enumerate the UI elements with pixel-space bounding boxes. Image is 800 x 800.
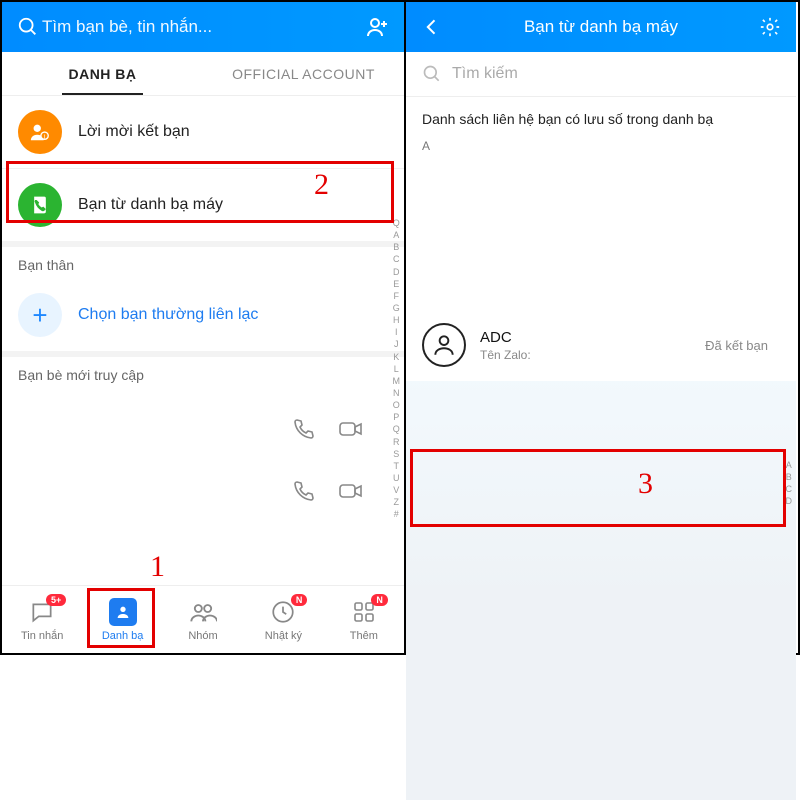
row-choose-frequent[interactable]: + Chọn bạn thường liên lạc	[2, 279, 404, 351]
recent-contacts-area	[2, 389, 404, 539]
friend-request-icon: i	[18, 110, 62, 154]
tab-official[interactable]: OFFICIAL ACCOUNT	[203, 52, 404, 95]
clock-icon: N	[269, 598, 297, 626]
call-icon[interactable]	[292, 417, 316, 441]
contacts-icon	[109, 598, 137, 626]
row-label: Chọn bạn thường liên lạc	[78, 306, 258, 324]
row-label: Bạn từ danh bạ máy	[78, 196, 223, 214]
nav-label: Nhóm	[188, 630, 217, 642]
tabs: DANH BẠ OFFICIAL ACCOUNT	[2, 52, 404, 96]
gear-icon[interactable]	[756, 13, 784, 41]
right-screen: Bạn từ danh bạ máy Tìm kiếm Danh sách li…	[406, 2, 796, 653]
nav-label: Nhật ký	[265, 630, 302, 642]
section-letter: A	[406, 135, 796, 159]
nav-label: Thêm	[350, 630, 378, 642]
nav-messages[interactable]: 5+ Tin nhắn	[2, 586, 82, 653]
alpha-index[interactable]: QABCDEFGHIJKLMNOPQRSTUVZ#	[393, 217, 401, 521]
back-icon[interactable]	[418, 13, 446, 41]
page-title: Bạn từ danh bạ máy	[446, 17, 756, 37]
annotation-number-3: 3	[638, 467, 653, 501]
contact-text: ADC Tên Zalo:	[480, 329, 531, 362]
row-phone-contacts[interactable]: Bạn từ danh bạ máy	[2, 168, 404, 241]
nav-label: Danh bạ	[102, 630, 144, 642]
search-input[interactable]: Tìm bạn bè, tin nhắn...	[42, 17, 364, 37]
friend-status: Đã kết bạn	[705, 338, 780, 353]
annotation-number-1: 1	[150, 550, 165, 584]
headline: Danh sách liên hệ bạn có lưu số trong da…	[406, 97, 796, 135]
bottom-nav: 5+ Tin nhắn Danh bạ Nhóm N	[2, 585, 404, 653]
call-icon[interactable]	[292, 479, 316, 503]
nav-groups[interactable]: Nhóm	[163, 586, 243, 653]
group-icon	[189, 598, 217, 626]
svg-text:i: i	[44, 133, 45, 140]
contacts-body: ADC Tên Zalo: Đã kết bạn ABCD 3	[406, 309, 796, 800]
phonebook-icon	[18, 183, 62, 227]
badge: N	[291, 594, 308, 606]
badge: N	[371, 594, 388, 606]
video-icon[interactable]	[338, 417, 364, 441]
chat-icon: 5+	[28, 598, 56, 626]
annotation-box-3	[410, 449, 786, 527]
nav-contacts[interactable]: Danh bạ	[82, 586, 162, 653]
video-icon[interactable]	[338, 479, 364, 503]
tab-contacts[interactable]: DANH BẠ	[2, 52, 203, 95]
left-screen: Tìm bạn bè, tin nhắn... DANH BẠ OFFICIAL…	[2, 2, 406, 653]
section-recent: Bạn bè mới truy cập	[2, 357, 404, 389]
search-input[interactable]: Tìm kiếm	[406, 52, 796, 97]
topbar-right: Bạn từ danh bạ máy	[406, 2, 796, 52]
add-friend-icon[interactable]	[364, 13, 392, 41]
search-placeholder: Tìm kiếm	[452, 65, 518, 83]
contact-name: ADC	[480, 329, 531, 346]
row-label: Lời mời kết bạn	[78, 123, 190, 141]
nav-more[interactable]: N Thêm	[324, 586, 404, 653]
search-placeholder: Tìm bạn bè, tin nhắn...	[42, 17, 212, 37]
nav-label: Tin nhắn	[21, 630, 63, 642]
topbar-left: Tìm bạn bè, tin nhắn...	[2, 2, 404, 52]
alpha-index[interactable]: ABCD	[786, 459, 793, 508]
nav-timeline[interactable]: N Nhật ký	[243, 586, 323, 653]
grid-icon: N	[350, 598, 378, 626]
avatar-icon	[422, 323, 466, 367]
row-friend-requests[interactable]: i Lời mời kết bạn	[2, 96, 404, 168]
contact-sub: Tên Zalo:	[480, 348, 531, 362]
plus-icon: +	[18, 293, 62, 337]
search-icon[interactable]	[14, 13, 42, 41]
section-close-friends: Bạn thân	[2, 247, 404, 279]
badge: 5+	[46, 594, 66, 606]
contact-row[interactable]: ADC Tên Zalo: Đã kết bạn	[406, 309, 796, 381]
